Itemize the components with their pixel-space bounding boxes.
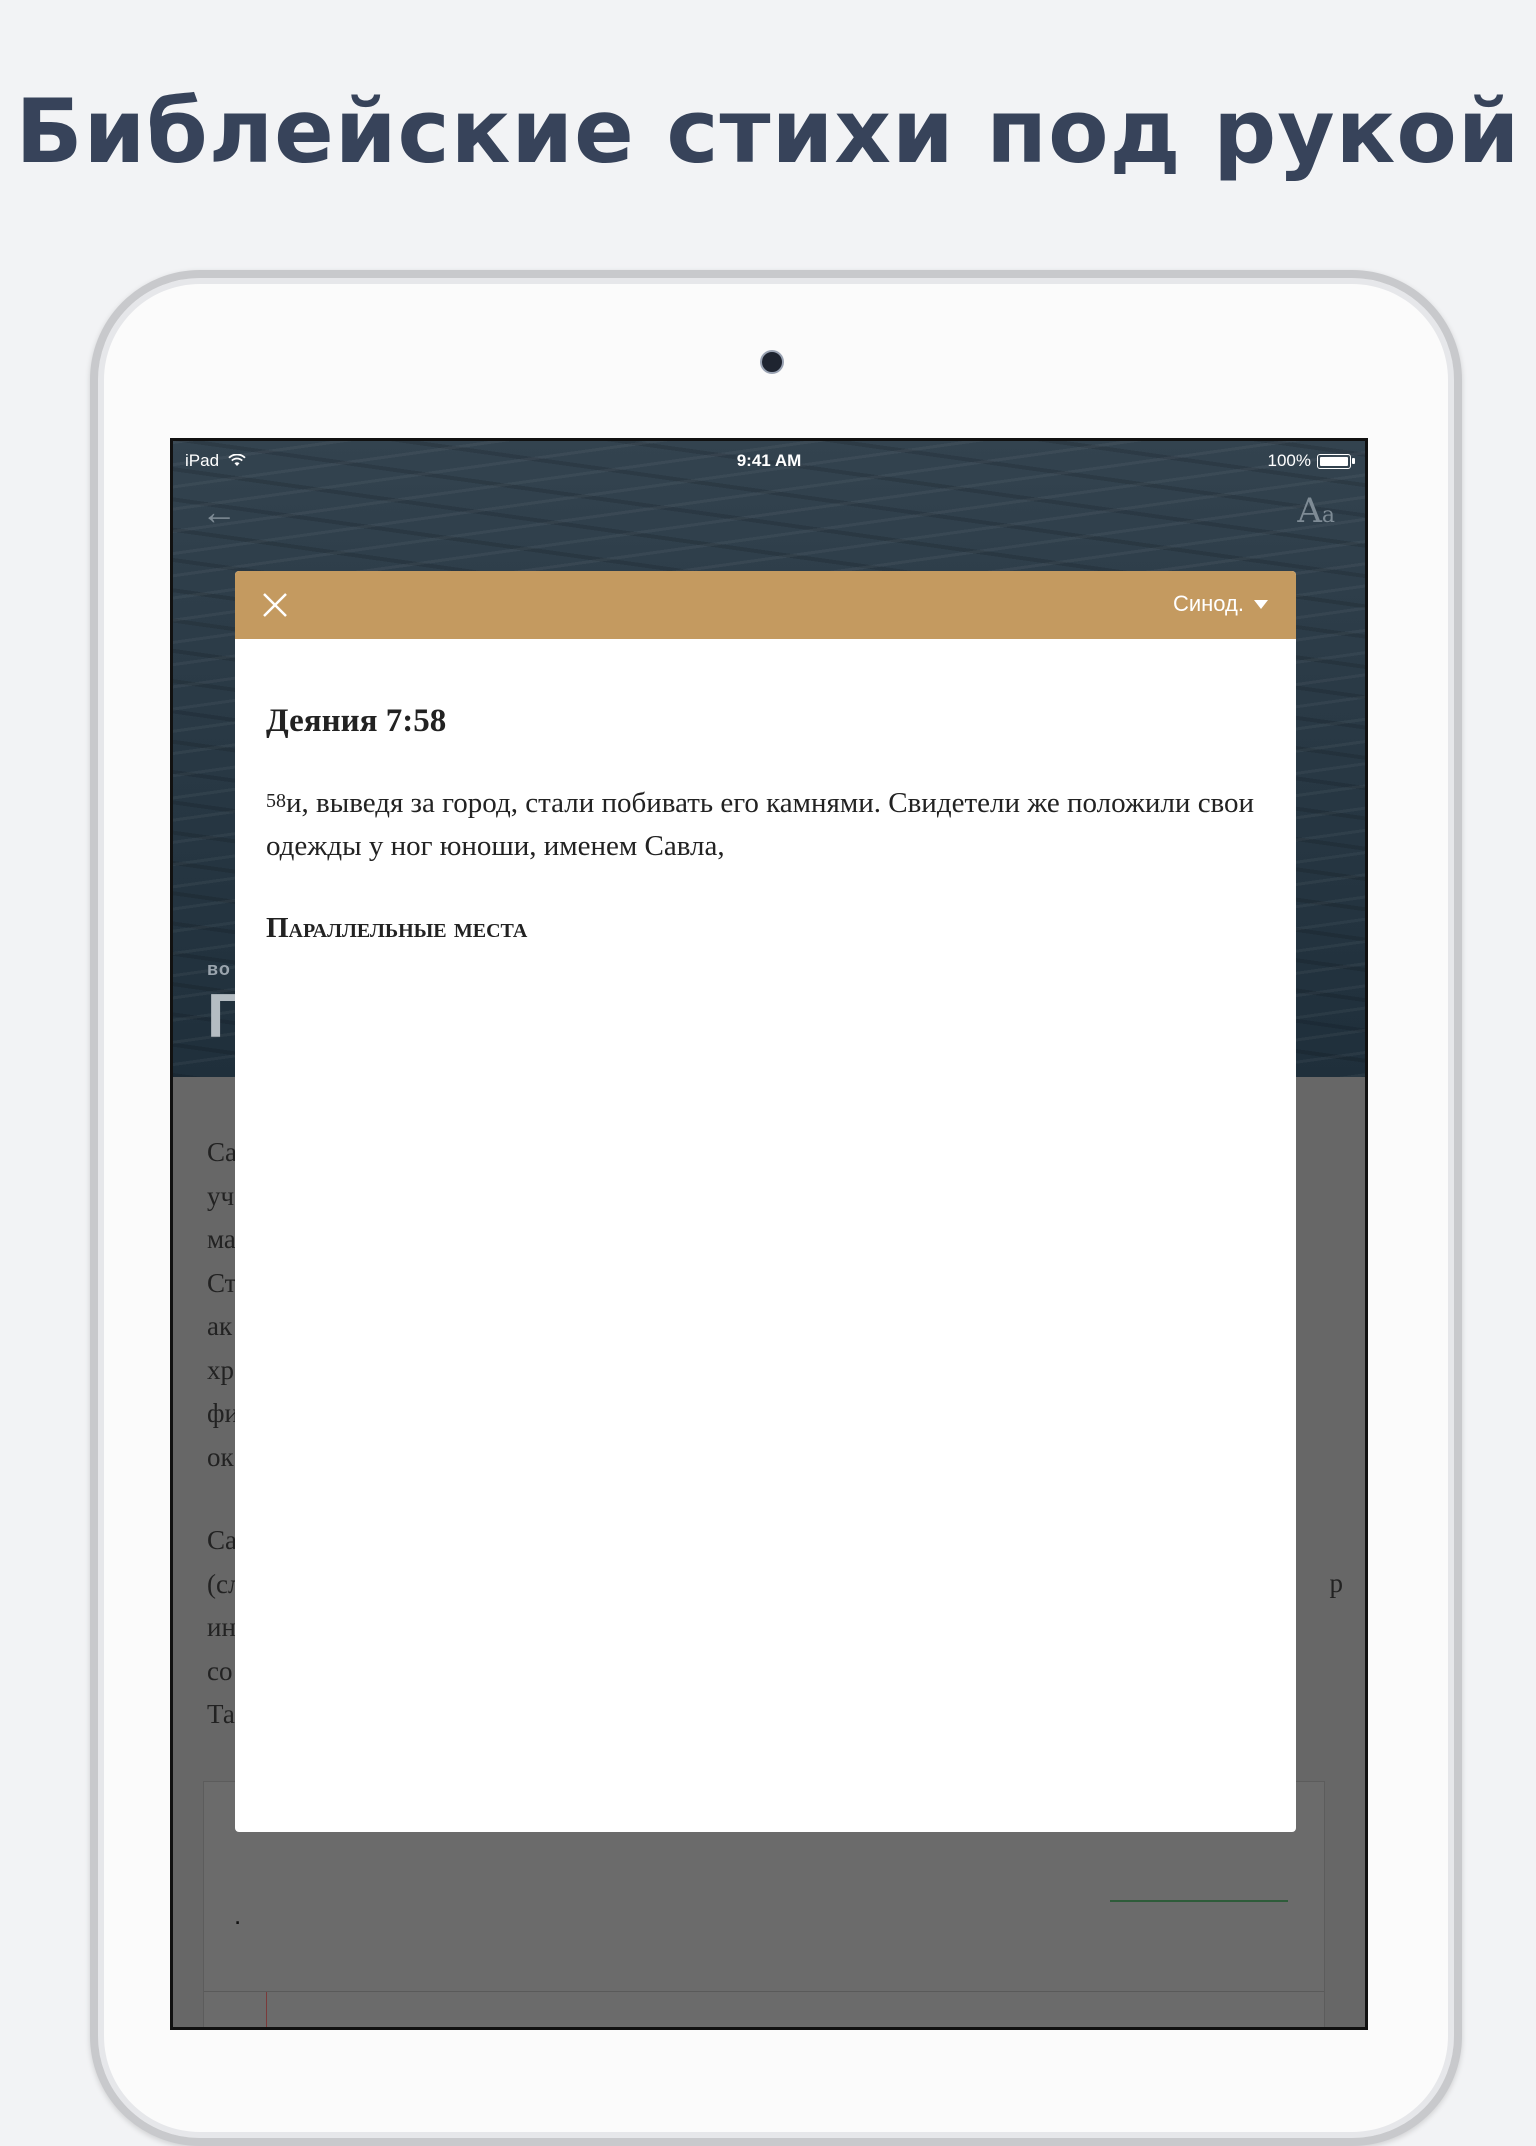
verse-text: и, выведя за город, стали побивать его к… <box>266 787 1255 862</box>
status-time: 9:41 AM <box>736 451 802 470</box>
ipad-screen: iPad 9:41 AM 100% ← Aa во Г Са уч ма Ст … <box>170 438 1368 2030</box>
status-right: 100% <box>1267 451 1355 471</box>
card-link-underline <box>1110 1900 1288 1902</box>
camera-icon <box>760 350 784 374</box>
page-headline: Библейские стихи под рукой <box>15 80 1521 183</box>
verse-popup: Синод. Деяния 7:58 58и, выведя за город,… <box>235 571 1296 1832</box>
battery-icon <box>1317 453 1355 469</box>
card-bullet: . <box>234 1900 242 1930</box>
verse-reference: Деяния 7:58 <box>266 703 447 739</box>
verse-text-block: 58и, выведя за город, стали побивать его… <box>266 782 1266 868</box>
text-size-icon[interactable]: Aa <box>1297 491 1335 531</box>
arrow-left-icon[interactable]: ← <box>201 491 237 533</box>
popup-body: Деяния 7:58 58и, выведя за город, стали … <box>235 639 1296 945</box>
card-row <box>204 1991 1324 2027</box>
caret-down-icon <box>1254 599 1268 609</box>
status-bar: iPad 9:41 AM 100% <box>173 451 1365 475</box>
chapter-subtitle: во <box>207 959 231 979</box>
battery-percent: 100% <box>1267 451 1311 470</box>
parallel-passages-heading: Параллельные места <box>266 912 528 944</box>
popup-header: Синод. <box>235 571 1296 639</box>
close-icon[interactable] <box>257 587 293 623</box>
translation-label: Синод. <box>1172 591 1244 616</box>
translation-selector[interactable]: Синод. <box>1173 591 1268 617</box>
verse-number: 58 <box>266 790 286 812</box>
